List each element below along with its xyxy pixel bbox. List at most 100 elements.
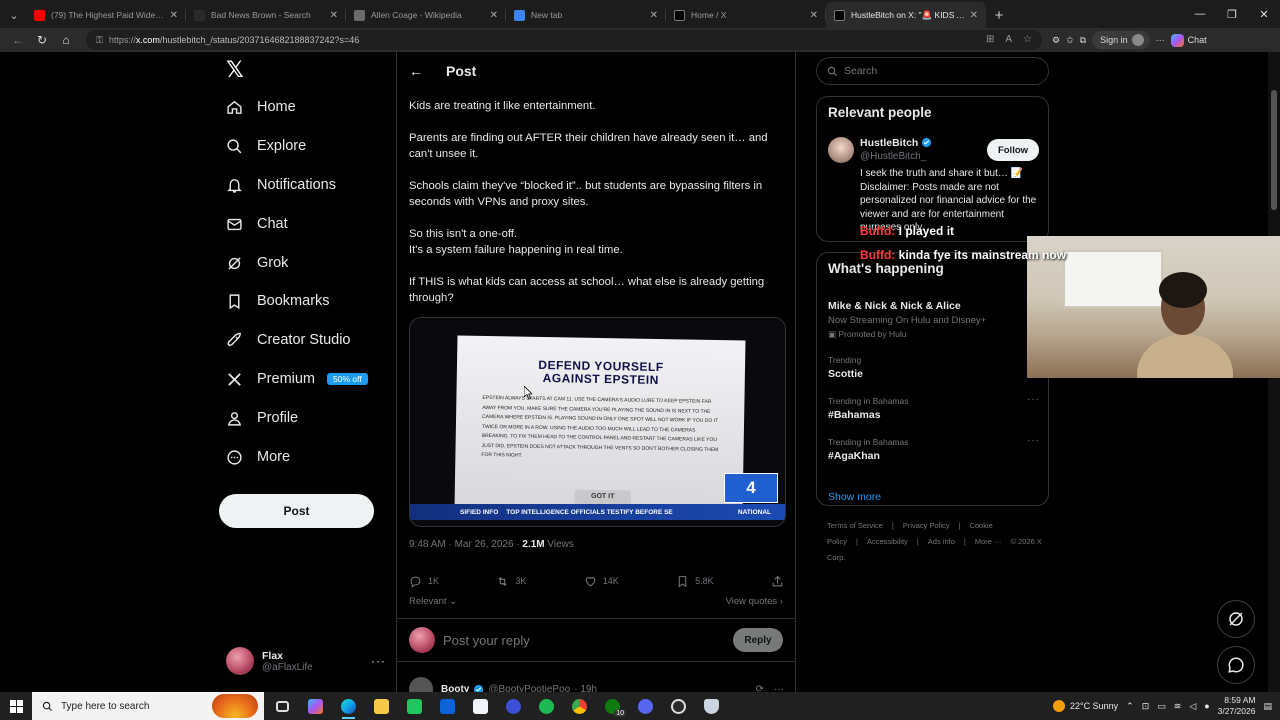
footer-link[interactable]: Ads info: [928, 537, 955, 546]
trend-more-icon[interactable]: ···: [1027, 435, 1040, 446]
person-avatar[interactable]: [828, 137, 854, 163]
search-bar[interactable]: Search: [816, 57, 1049, 85]
clock[interactable]: 8:59 AM 3/27/2026: [1218, 695, 1256, 717]
volume-icon[interactable]: ◁: [1189, 701, 1196, 712]
trend-more-icon[interactable]: ···: [1027, 394, 1040, 405]
sign-in-button[interactable]: Sign in: [1092, 31, 1150, 49]
taskbar-xbox[interactable]: 10: [596, 692, 629, 720]
notifications-icon[interactable]: ▤: [1263, 701, 1272, 712]
nav-item-notifications[interactable]: Notifications: [226, 170, 336, 200]
url-field[interactable]: ⚿ https://x.com/hustlebitch_/status/2037…: [86, 30, 1042, 50]
x-logo-icon[interactable]: 𝕏: [226, 59, 246, 81]
settings-more-icon[interactable]: ···: [1156, 35, 1165, 45]
taskbar-spotify[interactable]: [530, 692, 563, 720]
bookmark-button[interactable]: 5.8K: [676, 575, 714, 588]
weather-widget[interactable]: 22°C Sunny: [1053, 700, 1118, 712]
extensions-icon[interactable]: ⚙: [1052, 35, 1060, 46]
footer-link[interactable]: More ···: [975, 537, 1002, 546]
view-quotes-link[interactable]: View quotes ›: [726, 596, 783, 607]
battery-icon[interactable]: ▭: [1157, 701, 1166, 712]
taskbar-security[interactable]: [695, 692, 728, 720]
show-more-link[interactable]: Show more: [828, 491, 881, 503]
nav-item-explore[interactable]: Explore: [226, 131, 306, 161]
browser-tab[interactable]: Home / X ✕: [666, 2, 826, 28]
reply-item[interactable]: Booty @BootyPootiePoo · 19h ⟳ ···: [409, 677, 784, 693]
taskbar-obs[interactable]: [662, 692, 695, 720]
close-tab-icon[interactable]: ✕: [970, 10, 978, 21]
share-button[interactable]: [771, 575, 784, 588]
footer-link[interactable]: Terms of Service: [827, 521, 883, 530]
close-tab-icon[interactable]: ✕: [810, 10, 818, 21]
reply-button[interactable]: 1K: [409, 575, 439, 588]
browser-tab[interactable]: Allen Coage - Wikipedia ✕: [346, 2, 506, 28]
nav-item-chat[interactable]: Chat: [226, 209, 288, 239]
trend-item[interactable]: Mike & Nick & Nick & Alice Now Streaming …: [828, 297, 1040, 340]
close-tab-icon[interactable]: ✕: [330, 10, 338, 21]
favorites-icon[interactable]: ✩: [1066, 35, 1074, 46]
tray-chevron-up-icon[interactable]: ⌃: [1126, 701, 1134, 712]
wifi-icon[interactable]: ≋: [1174, 701, 1182, 712]
taskbar-file-explorer[interactable]: [365, 692, 398, 720]
new-tab-button[interactable]: +: [986, 2, 1012, 28]
repost-button[interactable]: 3K: [496, 575, 526, 588]
nav-item-home[interactable]: Home: [226, 92, 296, 122]
messages-fab-button[interactable]: [1217, 646, 1255, 684]
reply-sort-dropdown[interactable]: Relevant ⌄: [409, 596, 457, 607]
taskbar-outlook[interactable]: [431, 692, 464, 720]
taskbar-edge[interactable]: [332, 692, 365, 720]
taskbar-copilot[interactable]: [299, 692, 332, 720]
tab-actions-menu-icon[interactable]: ⌄: [2, 2, 26, 28]
nav-item-grok[interactable]: Grok: [226, 248, 288, 278]
task-view-button[interactable]: [266, 692, 299, 720]
taskbar-app-8[interactable]: [497, 692, 530, 720]
collections-icon[interactable]: ⧉: [1080, 35, 1086, 46]
refresh-icon[interactable]: ↻: [30, 29, 54, 51]
taskbar-notepad[interactable]: [464, 692, 497, 720]
reply-more-icon[interactable]: ···: [774, 684, 784, 693]
account-switcher[interactable]: Flax @aFlaxLife ···: [226, 646, 386, 676]
follow-button[interactable]: Follow: [987, 139, 1039, 161]
read-aloud-icon[interactable]: A: [1005, 34, 1012, 45]
minimize-icon[interactable]: —: [1184, 0, 1216, 28]
nav-item-bookmarks[interactable]: Bookmarks: [226, 286, 330, 316]
browser-tab[interactable]: HustleBitch on X: "🚨 KIDS AR ✕: [826, 2, 986, 28]
close-window-icon[interactable]: ✕: [1248, 0, 1280, 28]
browser-tab[interactable]: Bad News Brown - Search ✕: [186, 2, 346, 28]
grok-fab-button[interactable]: [1217, 600, 1255, 638]
close-tab-icon[interactable]: ✕: [490, 10, 498, 21]
restore-icon[interactable]: ❐: [1216, 0, 1248, 28]
browser-tab[interactable]: (79) The Highest Paid Wide Receiv ✕: [26, 2, 186, 28]
taskbar-discord[interactable]: [629, 692, 662, 720]
nav-item-more[interactable]: More: [226, 442, 290, 472]
post-time[interactable]: 9:48 AM · Mar 26, 2026 ·: [409, 539, 522, 550]
taskbar-search[interactable]: Type here to search: [32, 692, 264, 720]
reply-input[interactable]: Post your reply: [443, 633, 733, 648]
taskbar-chrome[interactable]: [563, 692, 596, 720]
copilot-chat-button[interactable]: Chat: [1170, 33, 1207, 47]
nav-item-profile[interactable]: Profile: [226, 403, 298, 433]
post-button[interactable]: Post: [219, 494, 374, 528]
trend-item[interactable]: Trending Scottie: [828, 355, 1040, 380]
trend-item[interactable]: Trending in Bahamas #AgaKhan ···: [828, 435, 1040, 462]
microphone-icon[interactable]: ●: [1204, 701, 1209, 711]
trend-item[interactable]: Trending in Bahamas #Bahamas ···: [828, 394, 1040, 421]
start-button[interactable]: [0, 692, 32, 720]
grok-reply-icon[interactable]: ⟳: [756, 684, 764, 693]
network-icon[interactable]: ⊡: [1142, 701, 1150, 712]
browser-tab[interactable]: New tab ✕: [506, 2, 666, 28]
back-arrow-icon[interactable]: ←: [397, 63, 435, 79]
reply-submit-button[interactable]: Reply: [733, 628, 783, 652]
footer-link[interactable]: Privacy Policy: [903, 521, 950, 530]
post-media[interactable]: DEFEND YOURSELF AGAINST EPSTEIN Epstein …: [409, 317, 786, 527]
like-button[interactable]: 14K: [584, 575, 619, 588]
app-available-icon[interactable]: ⊞: [986, 34, 994, 45]
home-browser-icon[interactable]: ⌂: [54, 29, 78, 51]
close-tab-icon[interactable]: ✕: [170, 10, 178, 21]
nav-item-creator-studio[interactable]: Creator Studio: [226, 325, 351, 355]
taskbar-calculator[interactable]: [398, 692, 431, 720]
favorite-star-icon[interactable]: ☆: [1023, 34, 1032, 45]
back-icon[interactable]: ←: [6, 29, 30, 51]
footer-link[interactable]: Accessibility: [867, 537, 908, 546]
scrollbar-thumb[interactable]: [1271, 90, 1277, 210]
close-tab-icon[interactable]: ✕: [650, 10, 658, 21]
